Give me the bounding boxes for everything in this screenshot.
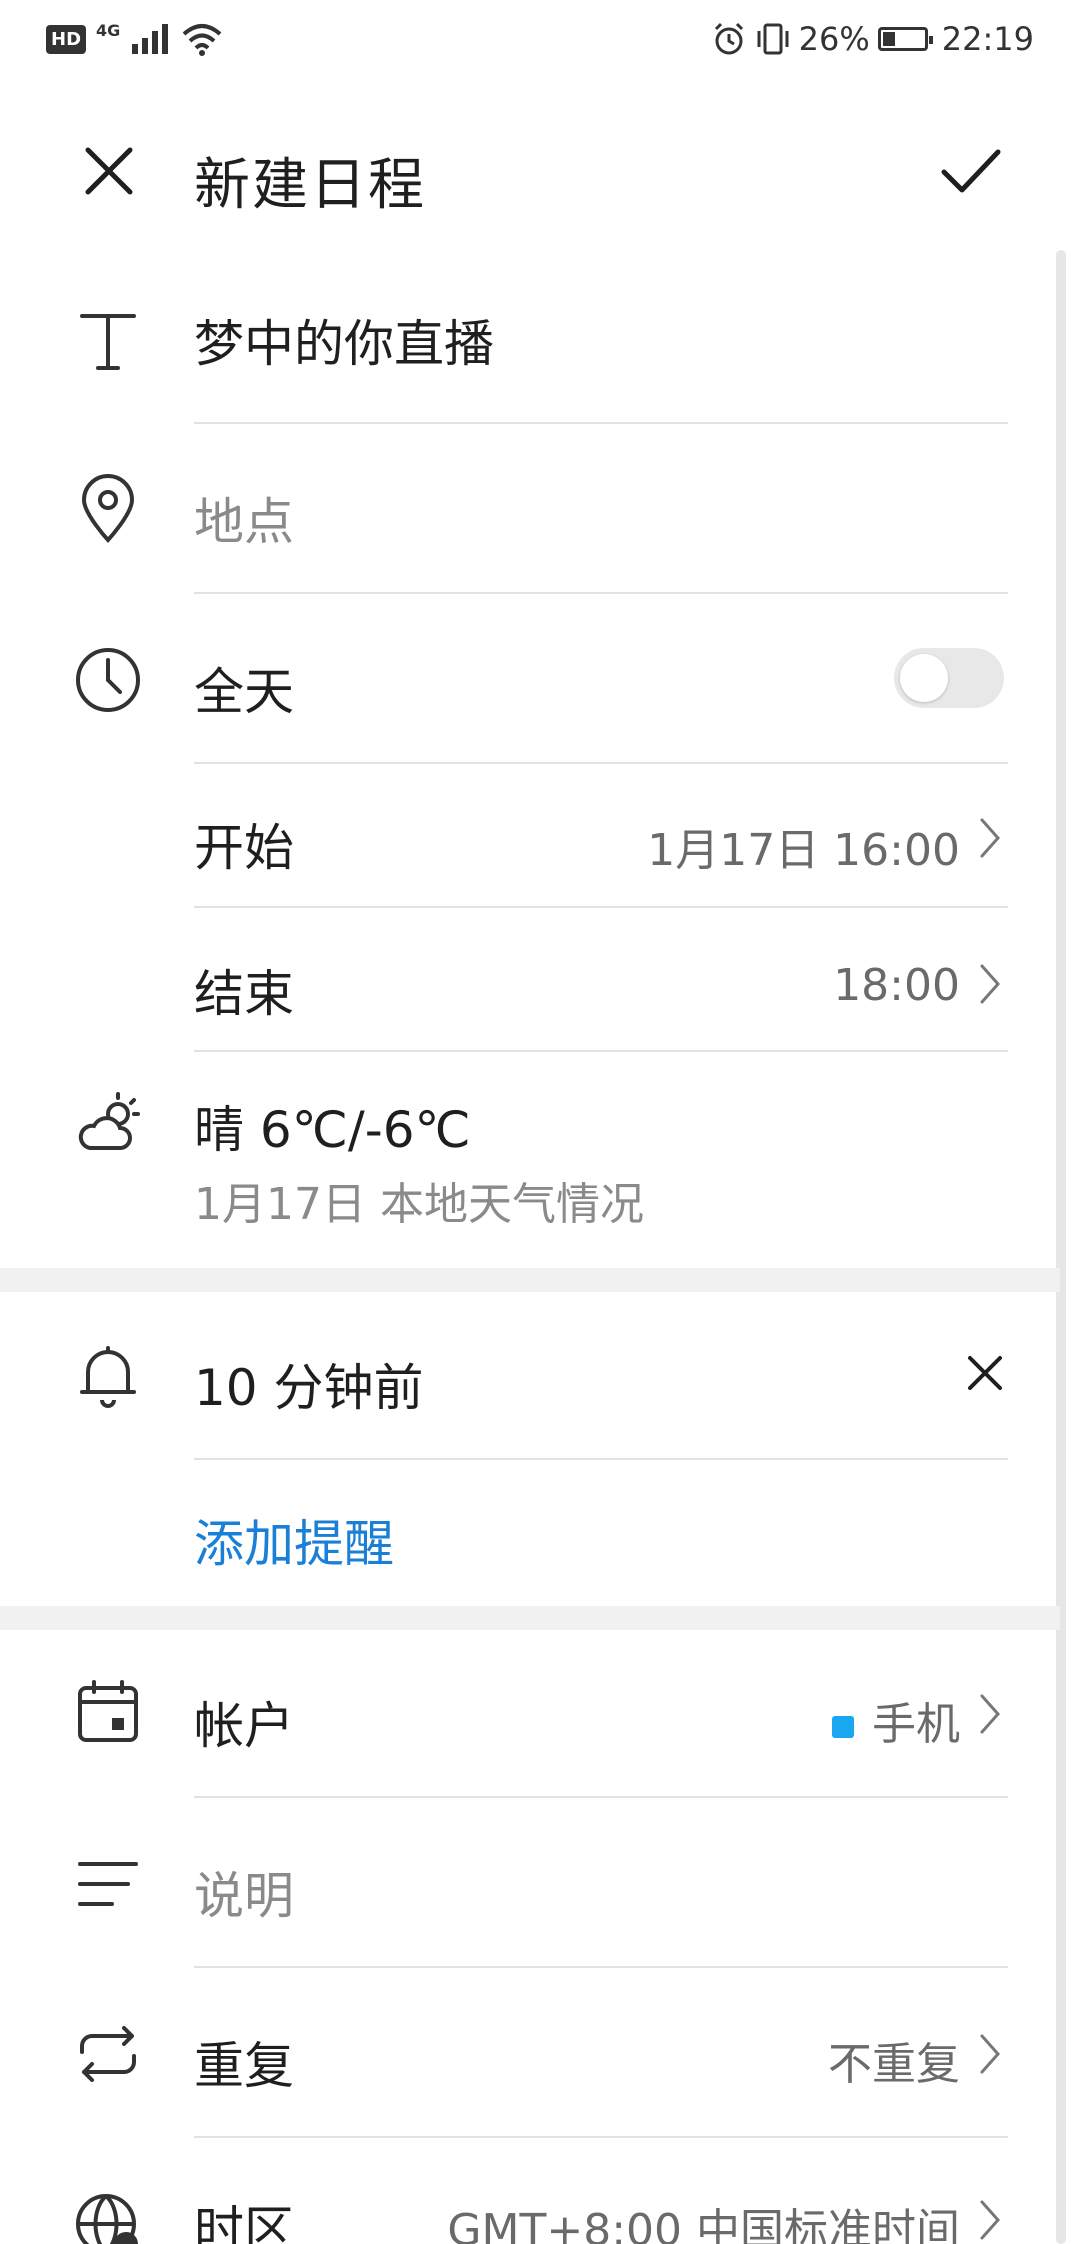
app-bar: 新建日程 [0,110,1080,230]
start-label: 开始 [194,819,294,877]
divider [194,1796,1008,1798]
account-name: 手机 [872,1699,960,1750]
divider [194,762,1008,764]
partly-sunny-icon [78,1092,140,1150]
section-gap [0,1606,1060,1630]
start-row[interactable]: 开始 1月17日 16:00 [0,766,1080,906]
weather-detail: 1月17日 本地天气情况 [194,1179,644,1230]
network-label: 4G [96,20,121,40]
end-value: 18:00 [833,960,960,1011]
status-left: HD 4G [46,20,224,56]
battery-percent: 26% [798,20,870,58]
divider [194,906,1008,908]
divider [194,1458,1008,1460]
timezone-label: 时区 [194,2201,294,2244]
event-title-row[interactable]: 梦中的你直播 [0,270,1080,420]
divider [194,592,1008,594]
reminder-item: 10 分钟前 [194,1359,424,1417]
event-title-input[interactable]: 梦中的你直播 [194,304,494,376]
add-reminder-button[interactable]: 添加提醒 [194,1504,394,1576]
account-color-dot [832,1716,854,1738]
all-day-toggle[interactable] [894,648,1004,708]
add-reminder-row[interactable]: 添加提醒 [0,1462,1080,1602]
globe-clock-icon [76,2194,138,2244]
vibrate-icon [757,23,789,55]
chevron-right-icon [980,2034,1001,2074]
start-value: 1月17日 16:00 [647,825,960,876]
account-row[interactable]: 帐户 手机 [0,1630,1080,1796]
chevron-right-icon [980,964,1001,1004]
status-right: 26% 22:19 [711,20,1034,58]
repeat-value: 不重复 [828,2039,960,2090]
section-gap [0,1268,1060,1292]
calendar-icon [78,1680,138,1742]
divider [194,1050,1008,1052]
chevron-right-icon [980,1694,1001,1734]
chevron-right-icon [980,818,1001,858]
clock: 22:19 [941,20,1034,58]
timezone-value: GMT+8:00 中国标准时间 [447,2205,960,2244]
notes-icon [78,1862,138,1906]
all-day-label: 全天 [194,663,294,721]
battery-icon [877,27,933,51]
end-label: 结束 [194,965,294,1023]
divider [194,1966,1008,1968]
account-value: 手机 [832,1688,960,1752]
all-day-row[interactable]: 全天 [0,596,1080,762]
divider [194,2136,1008,2138]
location-pin-icon [81,474,135,543]
signal-icon [132,24,169,54]
clock-icon [76,648,140,712]
location-input[interactable]: 地点 [194,482,294,554]
remove-reminder-icon[interactable] [962,1350,1008,1396]
chevron-right-icon [980,2200,1001,2240]
divider [194,422,1008,424]
description-input[interactable]: 说明 [194,1856,294,1928]
description-row[interactable]: 说明 [0,1800,1080,1966]
alarm-icon [714,22,743,55]
page-title: 新建日程 [194,153,426,218]
timezone-row[interactable]: 时区 GMT+8:00 中国标准时间 [0,2140,1080,2244]
bell-icon [80,1346,136,1408]
account-label: 帐户 [194,1697,294,1755]
status-bar: HD 4G 26% 22:19 [0,0,1080,86]
repeat-label: 重复 [194,2037,294,2095]
wifi-icon [182,24,222,56]
check-icon[interactable] [938,142,1004,200]
hd-icon: HD [46,24,87,54]
close-icon[interactable] [80,142,138,200]
toggle-knob [900,654,948,702]
reminder-row[interactable]: 10 分钟前 [0,1292,1080,1458]
end-row[interactable]: 结束 18:00 [0,910,1080,1050]
weather-row: 晴 6℃/-6℃ 1月17日 本地天气情况 [0,1054,1080,1264]
repeat-icon [80,2026,136,2082]
text-icon [80,314,136,370]
weather-summary: 晴 6℃/-6℃ [194,1101,471,1159]
repeat-row[interactable]: 重复 不重复 [0,1970,1080,2136]
location-row[interactable]: 地点 [0,426,1080,592]
